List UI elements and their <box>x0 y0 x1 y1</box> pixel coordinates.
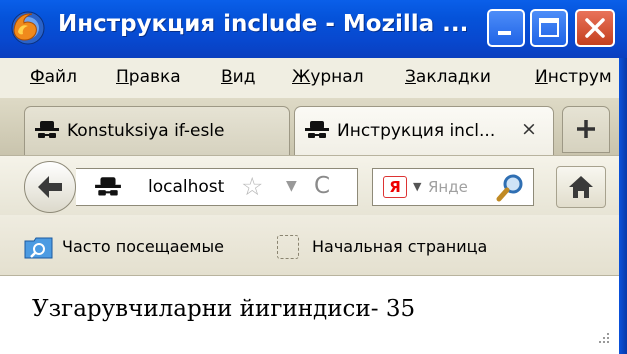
spy-icon <box>305 121 329 138</box>
tab-label: Konstuksiya if-esle <box>67 121 225 141</box>
tab-label: Инструкция incl... <box>337 121 496 141</box>
menu-history[interactable]: Журнал <box>292 67 364 87</box>
tab-close-icon[interactable]: × <box>521 118 537 140</box>
reload-icon[interactable]: C <box>314 173 330 199</box>
page-content: Узгарувчиларни йигиндиси- 35 <box>0 276 627 354</box>
back-button[interactable] <box>24 161 76 213</box>
magnifier-icon[interactable] <box>493 171 527 205</box>
menu-bar: Файл Правка Вид Журнал Закладки Инструм <box>0 58 627 99</box>
search-input[interactable]: Янде <box>428 178 486 196</box>
bookmark-most-visited[interactable]: Часто посещаемые <box>62 237 224 256</box>
bookmark-start-page[interactable]: Начальная страница <box>312 237 487 256</box>
firefox-icon <box>11 11 45 45</box>
back-arrow-icon <box>38 176 62 198</box>
maximize-icon <box>539 18 559 37</box>
menu-edit[interactable]: Правка <box>116 67 181 87</box>
tab-konstuksiya[interactable]: Konstuksiya if-esle <box>24 106 290 155</box>
blank-page-icon <box>277 235 299 259</box>
browser-window: Инструкция include - Mozilla ... Файл Пр… <box>0 0 627 354</box>
title-bar[interactable]: Инструкция include - Mozilla ... <box>0 0 627 58</box>
close-window-button[interactable] <box>575 9 615 47</box>
resize-grip-icon[interactable] <box>595 329 613 347</box>
home-icon <box>569 176 593 198</box>
tab-strip: Konstuksiya if-esle Инструкция incl... × <box>0 98 627 155</box>
window-title: Инструкция include - Mozilla ... <box>58 11 469 37</box>
tab-instruction-include[interactable]: Инструкция incl... × <box>294 106 554 155</box>
plus-icon <box>577 120 595 138</box>
menu-bookmarks[interactable]: Закладки <box>405 67 491 87</box>
menu-tools[interactable]: Инструм <box>535 67 612 87</box>
search-engine-dropdown-icon[interactable]: ▼ <box>413 180 421 193</box>
spy-icon <box>35 121 59 138</box>
smart-folder-icon <box>24 237 53 259</box>
window-frame-right <box>619 58 627 354</box>
menu-file[interactable]: Файл <box>30 67 77 87</box>
menu-view[interactable]: Вид <box>221 67 255 87</box>
minimize-icon <box>498 31 511 35</box>
result-text: Узгарувчиларни йигиндиси- 35 <box>32 296 416 322</box>
navigation-bar: localhost ☆ ▼ C Я ▼ Янде <box>0 155 627 216</box>
new-tab-button[interactable] <box>562 106 610 153</box>
maximize-button[interactable] <box>530 9 568 47</box>
minimize-button[interactable] <box>487 9 525 47</box>
search-bar[interactable]: Я ▼ Янде <box>372 168 534 206</box>
home-button[interactable] <box>556 166 606 208</box>
url-text[interactable]: localhost <box>148 177 224 197</box>
bookmarks-toolbar: Часто посещаемые Начальная страница <box>0 215 627 276</box>
url-history-dropdown-icon[interactable]: ▼ <box>286 178 297 194</box>
bookmark-star-icon[interactable]: ☆ <box>241 172 263 201</box>
yandex-logo-icon[interactable]: Я <box>383 176 407 198</box>
spy-icon <box>95 177 121 196</box>
url-bar[interactable]: localhost ☆ ▼ C <box>76 168 358 206</box>
close-icon <box>585 18 605 38</box>
